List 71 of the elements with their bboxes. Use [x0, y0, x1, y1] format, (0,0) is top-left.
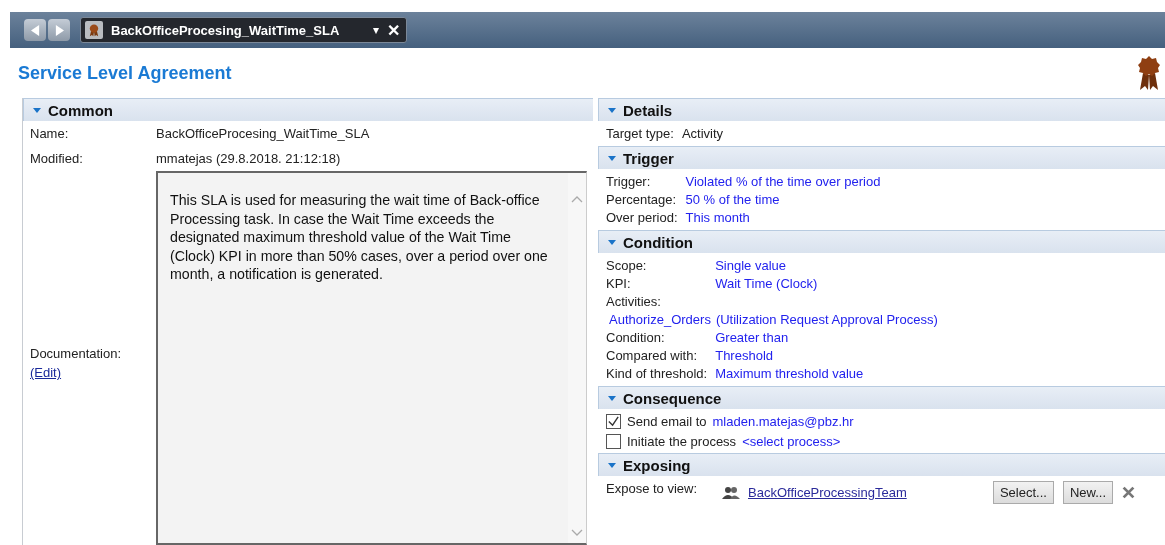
- back-button[interactable]: [24, 19, 46, 41]
- field-value[interactable]: <select process>: [742, 434, 841, 449]
- people-icon: [722, 485, 740, 500]
- field-value[interactable]: Greater than: [715, 330, 1157, 346]
- checkbox[interactable]: [606, 434, 621, 449]
- field-value[interactable]: Maximum threshold value: [715, 366, 1157, 382]
- expand-arrow-icon: [32, 105, 42, 115]
- field-label: Kind of threshold:: [606, 366, 708, 382]
- field-label: Scope:: [606, 258, 648, 274]
- field-label: Modified:: [30, 151, 84, 166]
- expand-arrow-icon: [607, 237, 617, 247]
- close-tab-button[interactable]: ✕: [387, 20, 401, 40]
- field-value[interactable]: Violated % of the time over period: [685, 174, 1157, 190]
- checkbox-label: Send email to: [627, 414, 707, 429]
- field-label: Name:: [30, 126, 70, 141]
- field-value: BackOfficeProcesing_WaitTime_SLA: [156, 126, 370, 141]
- section-title: Consequence: [623, 389, 722, 407]
- scroll-up-icon: [571, 195, 583, 203]
- field-label: Activities:: [606, 294, 662, 310]
- expand-arrow-icon: [607, 153, 617, 163]
- section-header[interactable]: Exposing: [598, 453, 1165, 476]
- field-value[interactable]: Authorize_Orders: [609, 312, 711, 328]
- field-label: Percentage:: [606, 192, 678, 208]
- section-title: Trigger: [623, 149, 674, 167]
- dialog-button[interactable]: Select...: [992, 481, 1054, 504]
- checkbox[interactable]: [606, 414, 621, 429]
- remove-icon[interactable]: [1122, 486, 1135, 499]
- field-label: Trigger:: [606, 174, 652, 190]
- section-header[interactable]: Consequence: [598, 386, 1165, 409]
- field-label: Over period:: [606, 210, 678, 226]
- expand-arrow-icon: [607, 105, 617, 115]
- dialog-button[interactable]: New...: [1062, 481, 1113, 504]
- section-header[interactable]: Trigger: [598, 146, 1165, 169]
- field-label: Target type:: [606, 126, 674, 142]
- edit-link[interactable]: (Edit): [30, 365, 62, 380]
- field-label: Condition:: [606, 330, 666, 346]
- tab-menu-toggle[interactable]: ▾: [373, 23, 380, 37]
- section-title: Details: [623, 101, 673, 119]
- expand-arrow-icon: [607, 393, 617, 403]
- tab-title: BackOfficeProcesing_WaitTime_SLA: [111, 22, 340, 38]
- section-header[interactable]: Details: [598, 98, 1165, 121]
- rosette-icon: [85, 21, 103, 39]
- documentation-field[interactable]: This SLA is used for measuring the wait time of Back-office Processing task. In case the Wait Time exceeds the designated maximum threshold value of the Wait Time (Clock) KPI in more than 50% cases, over a period over one month, a notification is generated.: [156, 171, 587, 545]
- field-value[interactable]: This month: [685, 210, 1157, 226]
- field-label: Expose to view:: [606, 481, 699, 496]
- field-value[interactable]: 50 % of the time: [685, 192, 1157, 208]
- field-label: Compared with:: [606, 348, 699, 364]
- scroll-down-icon: [571, 529, 583, 537]
- forward-arrow-icon: [54, 24, 64, 36]
- section-title: Common: [48, 101, 113, 119]
- field-value[interactable]: Single value: [715, 258, 1157, 274]
- rosette-icon: [1137, 55, 1161, 91]
- field-label: Documentation:: [30, 346, 123, 361]
- field-value: mmatejas (29.8.2018. 21:12:18): [156, 151, 341, 166]
- back-arrow-icon: [30, 24, 40, 36]
- team-link[interactable]: BackOfficeProcessingTeam: [748, 485, 907, 500]
- section-title: Condition: [623, 233, 693, 251]
- section-title: Exposing: [623, 456, 691, 474]
- field-value[interactable]: Wait Time (Clock): [715, 276, 1157, 292]
- section-header[interactable]: Condition: [598, 230, 1165, 253]
- page-title: Service Level Agreement: [18, 62, 232, 84]
- field-value[interactable]: mladen.matejas@pbz.hr: [712, 414, 854, 429]
- forward-button[interactable]: [48, 19, 70, 41]
- editor-tab[interactable]: BackOfficeProcesing_WaitTime_SLA ▾ ✕: [80, 17, 408, 43]
- checkbox-label: Initiate the process: [627, 434, 737, 449]
- field-value[interactable]: Threshold: [715, 348, 1157, 364]
- expand-arrow-icon: [607, 460, 617, 470]
- field-label: KPI:: [606, 276, 632, 292]
- field-value[interactable]: (Utilization Request Approval Process): [715, 312, 938, 328]
- section-header[interactable]: Common: [23, 98, 593, 121]
- field-value: Activity: [681, 126, 725, 142]
